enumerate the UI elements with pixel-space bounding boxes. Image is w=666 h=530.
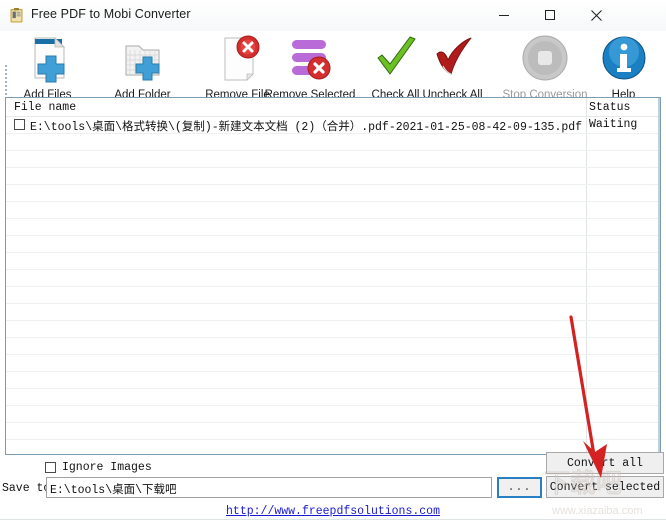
website-link[interactable]: http://www.freepdfsolutions.com bbox=[0, 505, 666, 518]
table-row-empty[interactable] bbox=[6, 304, 660, 321]
ignore-images-checkbox[interactable] bbox=[45, 462, 56, 473]
app-window: Free PDF to Mobi Converter Add Files Add… bbox=[0, 0, 666, 526]
ignore-images-label: Ignore Images bbox=[62, 461, 152, 474]
close-icon bbox=[590, 9, 602, 21]
save-to-value: E:\tools\桌面\下载吧 bbox=[50, 484, 177, 497]
browse-button[interactable]: ... bbox=[497, 477, 542, 498]
row-status: Waiting bbox=[589, 118, 638, 131]
toolbar-button-uncheck-all[interactable]: Uncheck All bbox=[405, 31, 500, 101]
toolbar: Add Files Add Folder Remove File Remove … bbox=[0, 31, 666, 125]
toolbar-button-add-folder[interactable]: Add Folder bbox=[95, 31, 190, 101]
clipboard-icon bbox=[8, 7, 25, 24]
table-row-empty[interactable] bbox=[6, 355, 660, 372]
table-row-empty[interactable] bbox=[6, 253, 660, 270]
column-header-status[interactable]: Status bbox=[589, 101, 630, 114]
remove-selected-icon bbox=[284, 32, 336, 84]
table-row-empty[interactable] bbox=[6, 270, 660, 287]
close-button[interactable] bbox=[573, 0, 619, 30]
file-list-header: File name Status bbox=[6, 98, 660, 117]
convert-selected-button[interactable]: Convert selected bbox=[546, 476, 664, 498]
window-title: Free PDF to Mobi Converter bbox=[31, 7, 191, 21]
title-bar: Free PDF to Mobi Converter bbox=[0, 0, 666, 32]
add-folder-icon bbox=[117, 32, 169, 84]
add-file-icon bbox=[22, 32, 74, 84]
row-checkbox[interactable] bbox=[14, 119, 25, 130]
table-row-empty[interactable] bbox=[6, 372, 660, 389]
table-row-empty[interactable] bbox=[6, 287, 660, 304]
save-to-label: Save to bbox=[2, 482, 51, 495]
table-row-empty[interactable] bbox=[6, 321, 660, 338]
uncheck-all-icon bbox=[427, 32, 479, 84]
table-row[interactable]: E:\tools\桌面\格式转换\(复制)-新建文本文档 (2)（合并）.pdf… bbox=[6, 117, 660, 134]
column-header-file-name[interactable]: File name bbox=[14, 101, 76, 114]
table-row-empty[interactable] bbox=[6, 389, 660, 406]
stop-icon bbox=[519, 32, 571, 84]
table-row-empty[interactable] bbox=[6, 168, 660, 185]
convert-all-button[interactable]: Convert all bbox=[546, 452, 664, 474]
toolbar-button-help[interactable]: Help bbox=[576, 31, 666, 101]
table-row-empty[interactable] bbox=[6, 134, 660, 151]
website-link-text[interactable]: http://www.freepdfsolutions.com bbox=[226, 505, 440, 518]
minimize-button[interactable] bbox=[481, 0, 527, 30]
table-row-empty[interactable] bbox=[6, 423, 660, 440]
table-row-empty[interactable] bbox=[6, 338, 660, 355]
table-row-empty[interactable] bbox=[6, 185, 660, 202]
table-row-empty[interactable] bbox=[6, 219, 660, 236]
table-row-empty[interactable] bbox=[6, 202, 660, 219]
vertical-scrollbar[interactable] bbox=[658, 98, 660, 454]
toolbar-button-add-files[interactable]: Add Files bbox=[0, 31, 95, 101]
table-row-empty[interactable] bbox=[6, 406, 660, 423]
file-list-rows: E:\tools\桌面\格式转换\(复制)-新建文本文档 (2)（合并）.pdf… bbox=[6, 117, 660, 454]
file-list[interactable]: File name Status E:\tools\桌面\格式转换\(复制)-新… bbox=[5, 97, 661, 455]
info-icon bbox=[598, 32, 650, 84]
row-file-name: E:\tools\桌面\格式转换\(复制)-新建文本文档 (2)（合并）.pdf… bbox=[30, 121, 583, 134]
maximize-button[interactable] bbox=[527, 0, 573, 30]
maximize-icon bbox=[545, 10, 555, 20]
save-to-input[interactable]: E:\tools\桌面\下载吧 bbox=[46, 477, 492, 498]
table-row-empty[interactable] bbox=[6, 151, 660, 168]
minimize-icon bbox=[499, 15, 509, 16]
table-row-empty[interactable] bbox=[6, 236, 660, 253]
